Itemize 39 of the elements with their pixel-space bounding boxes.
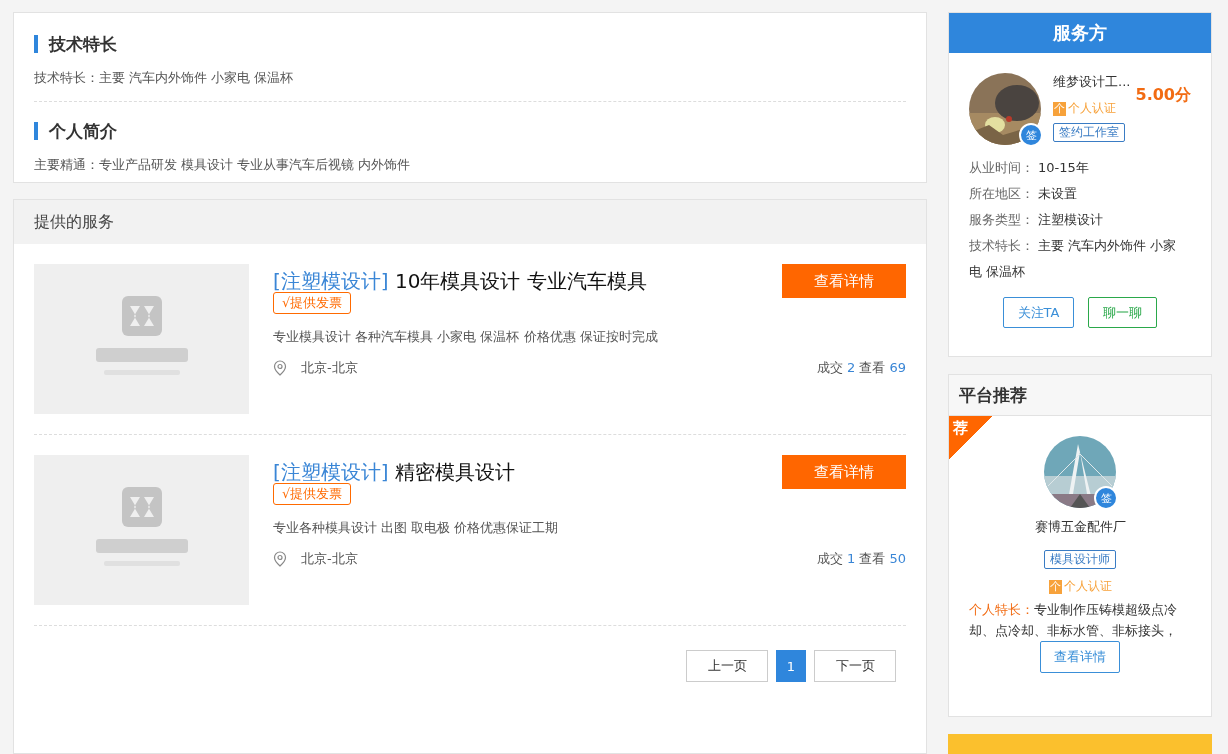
service-location: 北京-北京 [301,550,358,568]
certification-label: 个人认证 [1063,578,1112,596]
provider-score: 5.00分 [1135,85,1191,106]
provider-info: 技术特长： 主要 汽车内外饰件 小家电 保温杯 [969,237,1178,281]
signed-badge: 签 [1094,486,1118,511]
certification-icon: 个 [1048,579,1062,594]
certification-icon: 个 [1053,101,1066,116]
provider-info: 所在地区： 未设置 [969,185,1078,203]
recommend-title: 平台推荐 [959,383,1027,407]
provider-info: 服务类型： 注塑模设计 [969,211,1104,229]
specialty-text: 个人特长：专业制作压铸模超级点冷却、点冷却、非标水管、非标接头， [969,601,1178,641]
service-description: 专业各种模具设计 出图 取电极 价格优惠保证工期 [273,519,559,537]
signed-badge: 签 [1019,123,1043,147]
provider-tag: 签约工作室 [1053,123,1125,142]
service-location: 北京-北京 [301,359,358,377]
recommended-name[interactable]: 赛博五金配件厂 [1034,518,1126,537]
next-page-button[interactable]: 下一页 [814,650,896,682]
invoice-tag: √提供发票 [273,483,352,505]
location-pin-icon [273,360,287,376]
location-pin-icon [273,551,287,567]
services-title: 提供的服务 [34,211,114,233]
invoice-tag: √提供发票 [273,292,352,314]
section-heading: 技术特长 [34,35,906,53]
recommended-tag: 模具设计师 [1044,550,1116,570]
service-description: 专业模具设计 各种汽车模具 小家电 保温杯 价格优惠 保证按时完成 [273,328,658,346]
service-stats: 成交 2 查看 69 [816,359,906,377]
view-details-button[interactable]: 查看详情 [1040,641,1120,674]
provider-info: 从业时间： 10-15年 [969,159,1090,177]
certification-label: 个人认证 [1068,100,1116,117]
previous-page-button[interactable]: 上一页 [686,650,768,682]
provider-name[interactable]: 维梦设计工... [1053,73,1131,91]
section-heading: 个人简介 [34,122,906,140]
service-stats: 成交 1 查看 50 [816,550,906,568]
section-text: 主要精通：专业产品研发 模具设计 专业从事汽车后视镜 内外饰件 [34,156,412,174]
recommend-ribbon: 荐 [949,416,993,461]
provider-action-button[interactable]: 关注TA [1002,297,1075,328]
section-text: 技术特长：主要 汽车内外饰件 小家电 保温杯 [34,69,295,87]
page-number-button[interactable]: 1 [776,650,806,682]
provider-title: 服务方 [1053,21,1107,45]
